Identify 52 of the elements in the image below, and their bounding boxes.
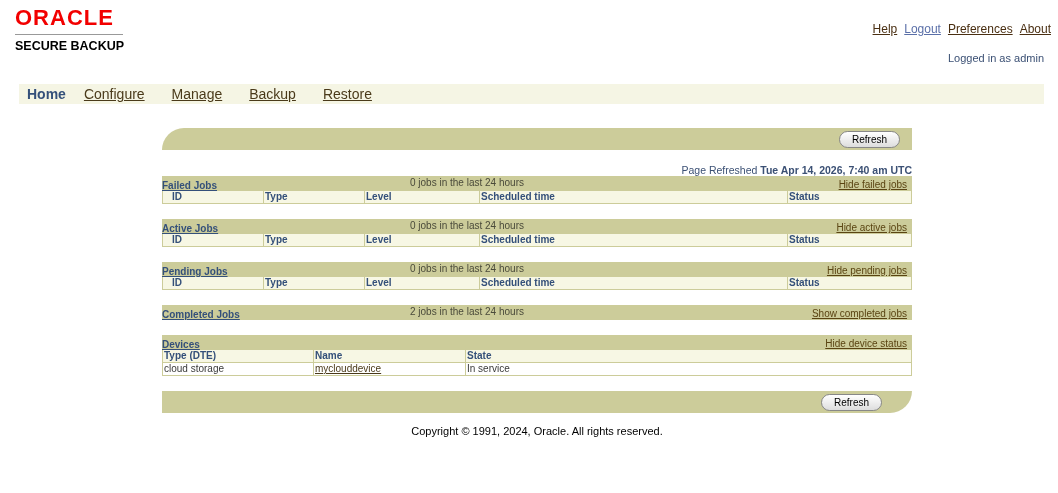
column-header: Level — [364, 191, 479, 203]
column-header: ID — [171, 191, 183, 203]
oracle-logo: ORACLE — [15, 8, 123, 35]
table-cell: In service — [465, 363, 911, 375]
header-link[interactable]: About — [1019, 22, 1051, 36]
refresh-button[interactable]: Refresh — [839, 130, 900, 148]
column-header: ID — [171, 234, 183, 246]
column-header: Type — [263, 191, 364, 203]
device-link[interactable]: myclouddevice — [315, 363, 382, 374]
toggle-link[interactable]: Hide failed jobs — [838, 179, 907, 190]
section-title-link[interactable]: Active Jobs — [162, 223, 219, 234]
column-header: Status — [787, 234, 911, 246]
nav-tab[interactable]: Restore — [322, 86, 372, 102]
login-status: Logged in as admin — [948, 52, 1044, 64]
section-title-link[interactable]: Devices — [162, 339, 200, 350]
column-header: Status — [787, 191, 911, 203]
section-title-link[interactable]: Pending Jobs — [162, 266, 228, 277]
column-header: State — [465, 350, 911, 362]
refresh-label: Page Refreshed — [681, 164, 758, 176]
job-count: 0 jobs in the last 24 hours — [410, 220, 524, 231]
column-header: Scheduled time — [479, 234, 787, 246]
header-link[interactable]: Help — [872, 22, 898, 36]
column-header: Type (DTE) — [163, 350, 218, 362]
table-cell-text: cloud storage — [163, 363, 226, 375]
section-title-link[interactable]: Completed Jobs — [162, 309, 240, 320]
column-header: Type — [263, 234, 364, 246]
column-header: Name — [313, 350, 465, 362]
nav-tab[interactable]: Home — [27, 86, 66, 102]
nav-tab[interactable]: Manage — [171, 86, 223, 102]
refresh-time: Tue Apr 14, 2026, 7:40 am UTC — [760, 164, 912, 176]
job-count: 0 jobs in the last 24 hours — [410, 263, 524, 274]
column-header: Type — [263, 277, 364, 289]
column-header: Scheduled time — [479, 277, 787, 289]
column-header: Scheduled time — [479, 191, 787, 203]
job-count: 0 jobs in the last 24 hours — [410, 177, 524, 188]
nav-tab[interactable]: Backup — [249, 86, 296, 102]
toggle-link[interactable]: Hide pending jobs — [826, 265, 907, 276]
copyright-text: Copyright © 1991, 2024, Oracle. All rights reserved. — [410, 425, 664, 437]
column-header: Level — [364, 234, 479, 246]
toggle-link[interactable]: Show completed jobs — [811, 308, 907, 319]
nav-tab[interactable]: Configure — [83, 86, 145, 102]
header-link[interactable]: Preferences — [947, 22, 1013, 36]
job-count: 2 jobs in the last 24 hours — [410, 306, 524, 317]
column-header: ID — [172, 277, 182, 289]
product-name: SECURE BACKUP — [15, 39, 125, 53]
toggle-link[interactable]: Hide device status — [825, 338, 907, 349]
toggle-link[interactable]: Hide active jobs — [836, 222, 907, 233]
header-link[interactable]: Logout — [904, 22, 941, 36]
column-header: Level — [364, 277, 479, 289]
refresh-button[interactable]: Refresh — [821, 393, 882, 411]
column-header: Status — [787, 277, 911, 289]
section-title-link[interactable]: Failed Jobs — [162, 180, 217, 191]
